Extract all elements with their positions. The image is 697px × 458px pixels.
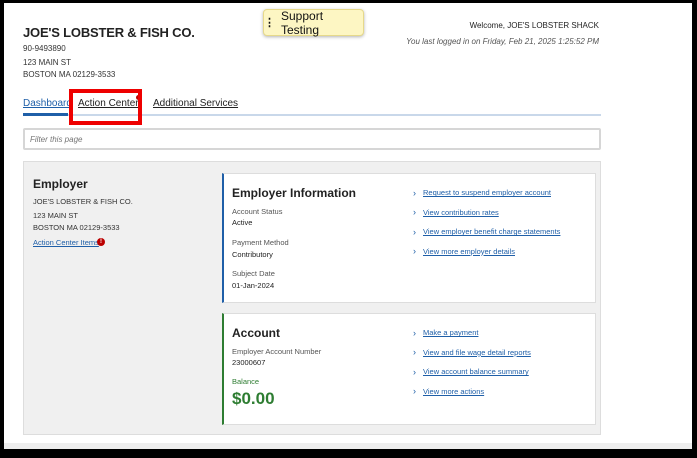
active-tab-indicator xyxy=(23,113,68,116)
chevron-right-icon: › xyxy=(413,366,416,377)
panel-employer-name: JOE'S LOBSTER & FISH CO. xyxy=(33,197,133,206)
account-title: Account xyxy=(232,326,280,340)
support-testing-label: Support Testing xyxy=(281,8,324,37)
chevron-right-icon: › xyxy=(413,246,416,257)
chevron-right-icon: › xyxy=(413,187,416,198)
benefit-charge-statements-link[interactable]: › View employer benefit charge statements xyxy=(413,222,560,242)
account-links: › Make a payment › View and file wage deta… xyxy=(413,323,531,401)
last-login-text: You last logged in on Friday, Feb 21, 20… xyxy=(406,37,599,46)
suspend-account-link[interactable]: › Request to suspend employer account xyxy=(413,183,560,203)
chevron-right-icon: › xyxy=(413,327,416,338)
employer-information-title: Employer Information xyxy=(232,186,357,200)
more-employer-details-link[interactable]: › View more employer details xyxy=(413,242,560,262)
account-number-label: Employer Account Number xyxy=(232,347,322,356)
chevron-right-icon: › xyxy=(413,226,416,237)
employer-panel: Employer JOE'S LOBSTER & FISH CO. 123 MA… xyxy=(23,161,601,435)
employer-address-line1: 123 MAIN ST xyxy=(23,58,72,67)
contribution-rates-link[interactable]: › View contribution rates xyxy=(413,203,560,223)
make-payment-link[interactable]: › Make a payment xyxy=(413,323,531,343)
page-footer-strip xyxy=(4,443,692,449)
panel-address-line2: BOSTON MA 02129-3533 xyxy=(33,223,120,232)
app-window: JOE'S LOBSTER & FISH CO. 90-9493890 123 … xyxy=(4,3,692,449)
payment-method-label: Payment Method xyxy=(232,238,289,247)
wage-detail-reports-link[interactable]: › View and file wage detail reports xyxy=(413,343,531,363)
chevron-right-icon: › xyxy=(413,386,416,397)
chevron-right-icon: › xyxy=(413,347,416,358)
employer-name: JOE'S LOBSTER & FISH CO. xyxy=(23,25,195,40)
tab-dashboard[interactable]: Dashboard xyxy=(23,98,72,109)
subject-date-value: 01-Jan-2024 xyxy=(232,281,275,290)
employer-information-card: Employer Information Account Status Acti… xyxy=(222,173,596,303)
account-balance-summary-link[interactable]: › View account balance summary xyxy=(413,362,531,382)
balance-value: $0.00 xyxy=(232,389,275,408)
filter-input[interactable] xyxy=(23,128,601,150)
alert-badge-icon: ! xyxy=(97,238,105,246)
employer-address-line2: BOSTON MA 02129-3533 xyxy=(23,70,116,79)
employer-links: › Request to suspend employer account › Vi… xyxy=(413,183,560,261)
balance-label: Balance xyxy=(232,377,260,386)
more-actions-link[interactable]: › View more actions xyxy=(413,382,531,402)
subject-date-label: Subject Date xyxy=(232,269,275,278)
account-card: Account Employer Account Number 23000607… xyxy=(222,313,596,425)
employer-id: 90-9493890 xyxy=(23,44,66,53)
payment-method-value: Contributory xyxy=(232,250,273,259)
chevron-right-icon: › xyxy=(413,207,416,218)
welcome-text: Welcome, JOE'S LOBSTER SHACK xyxy=(469,21,599,30)
tab-additional-services[interactable]: Additional Services xyxy=(153,98,238,109)
support-testing-button[interactable]: ⋮ Support Testing xyxy=(263,8,364,37)
action-center-items-link[interactable]: Action Center Items xyxy=(33,238,99,247)
kebab-icon: ⋮ xyxy=(264,17,275,29)
account-status-value: Active xyxy=(232,218,253,227)
account-number-value: 23000607 xyxy=(232,358,266,367)
panel-address-line1: 123 MAIN ST xyxy=(33,211,79,220)
account-status-label: Account Status xyxy=(232,207,283,216)
employer-panel-title: Employer xyxy=(33,177,88,191)
highlight-box xyxy=(69,89,142,125)
